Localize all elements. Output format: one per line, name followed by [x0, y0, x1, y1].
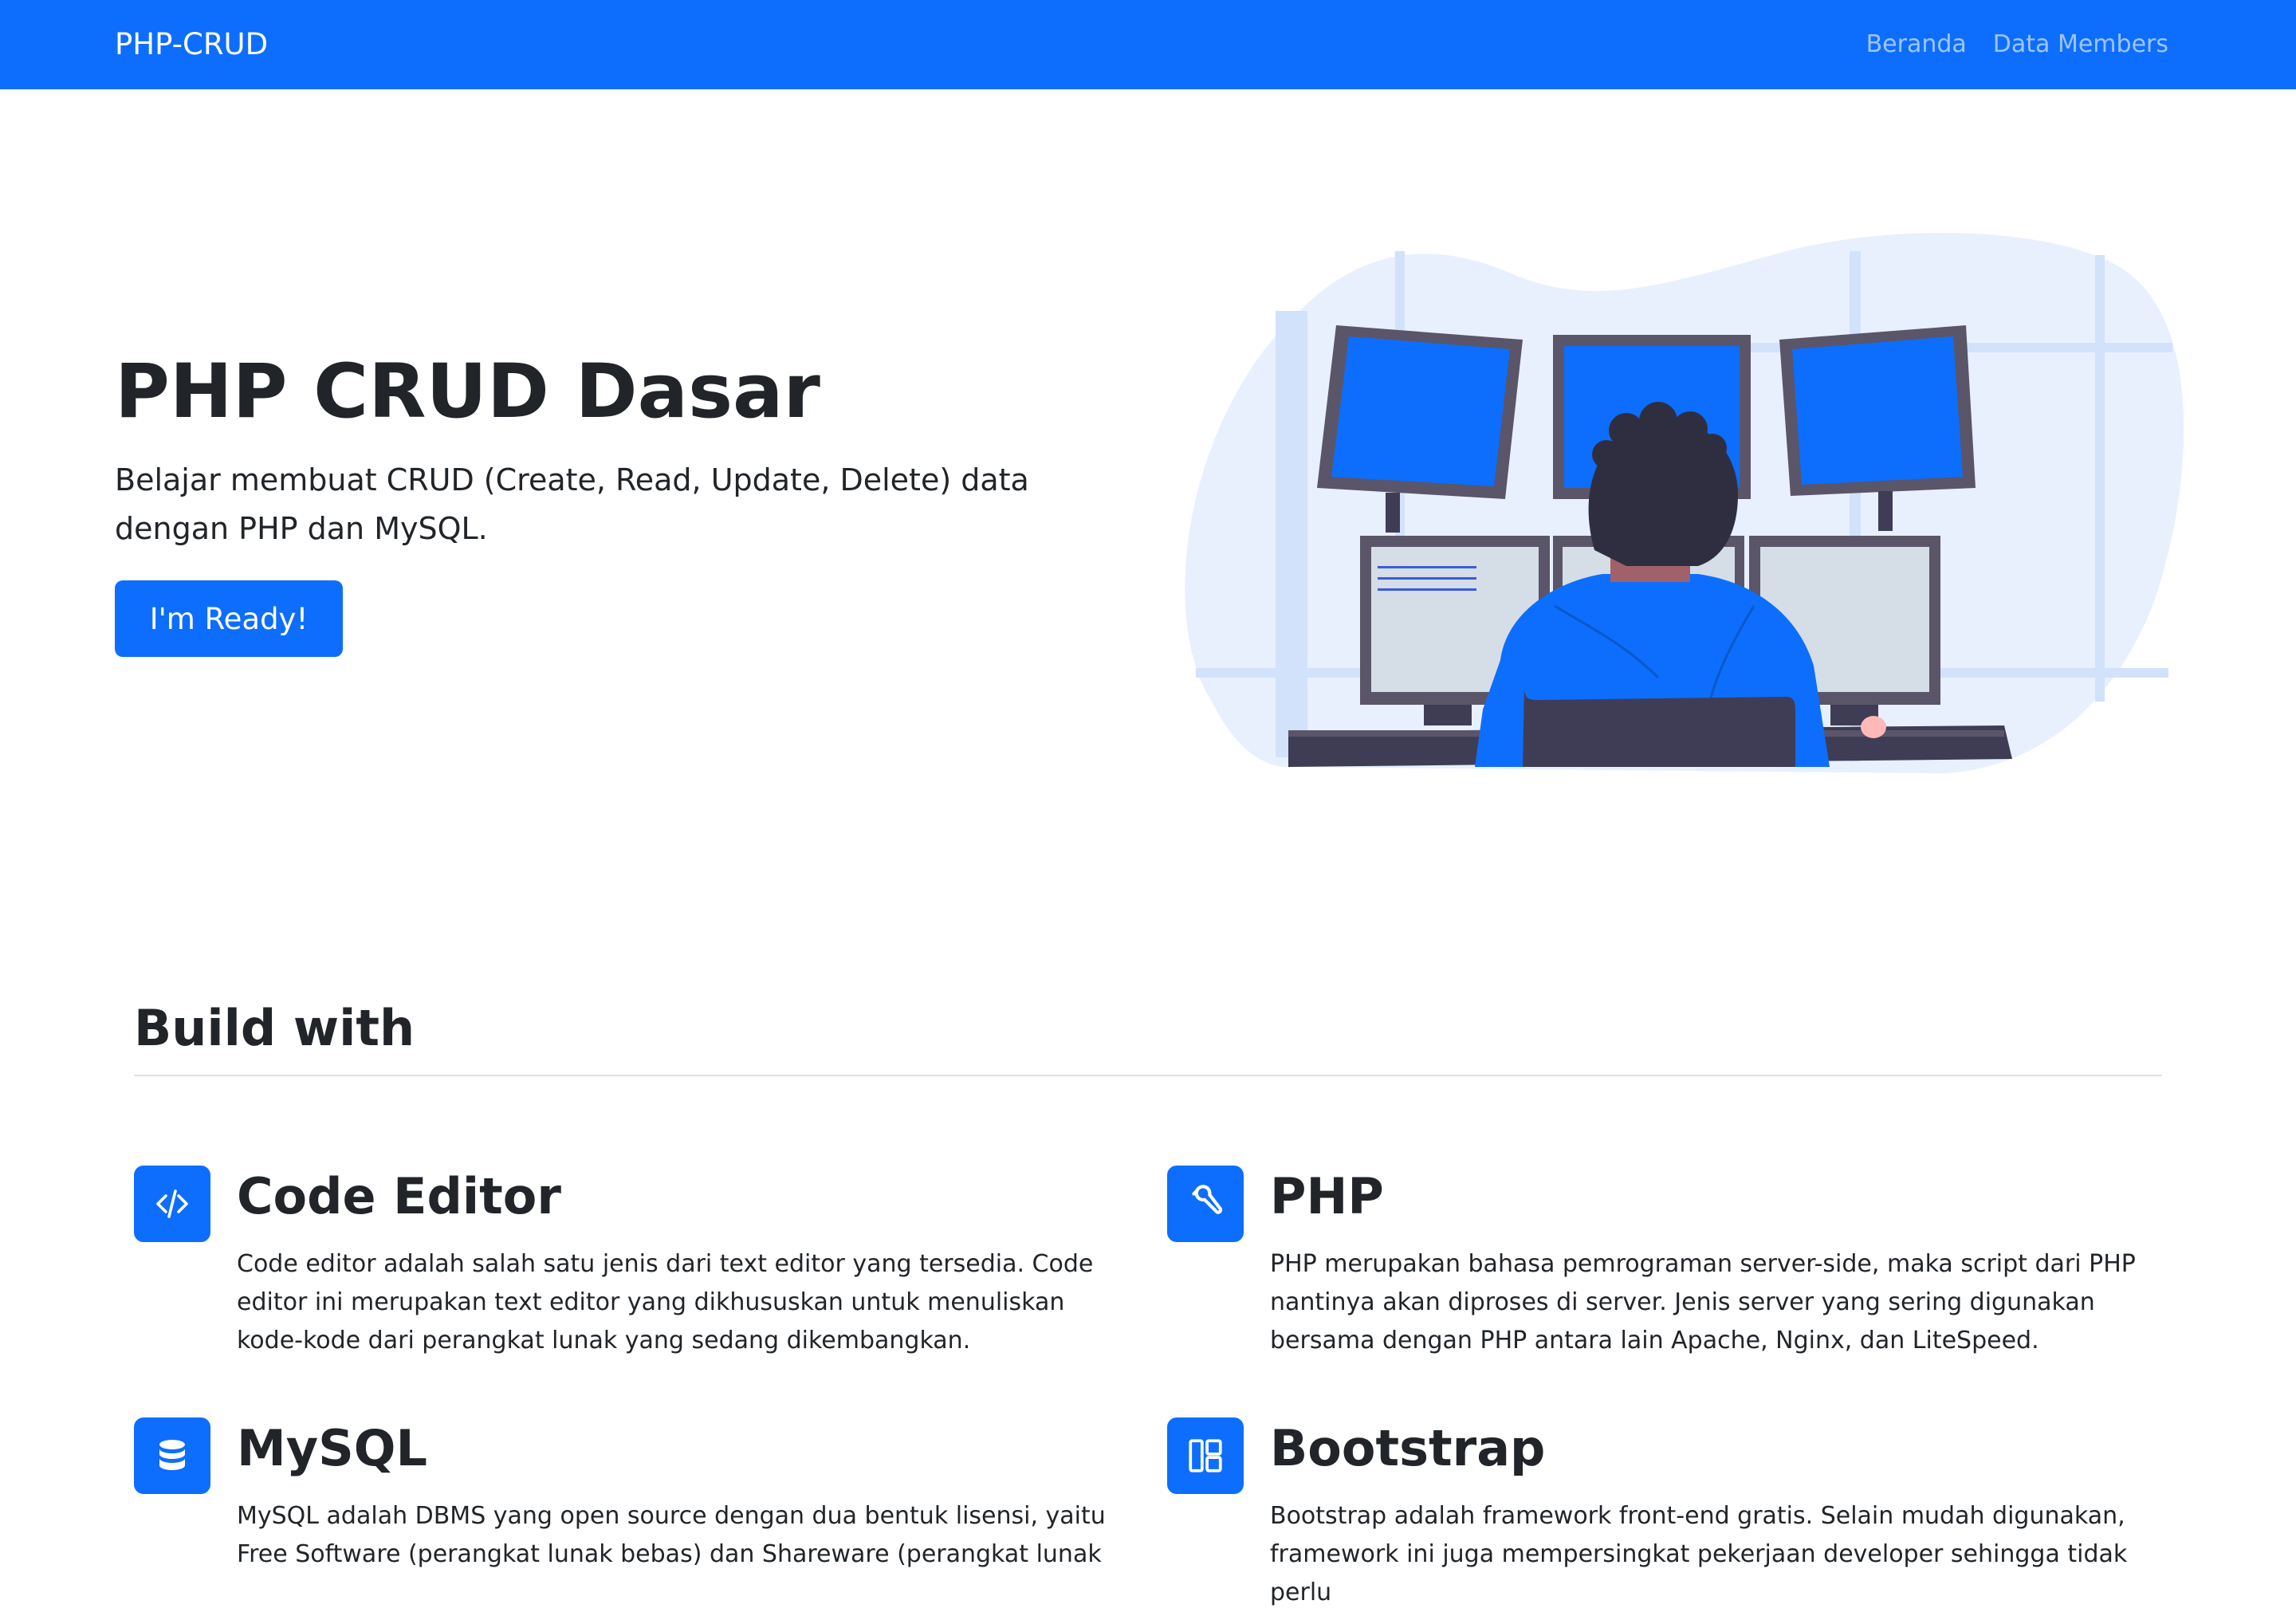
navbar: PHP-CRUD Beranda Data Members: [0, 0, 2296, 89]
hero-lead: Belajar membuat CRUD (Create, Read, Upda…: [115, 462, 1029, 546]
feature-text: MySQL adalah DBMS yang open source denga…: [237, 1502, 1106, 1568]
feature-title: MySQL: [237, 1419, 427, 1477]
navbar-brand[interactable]: PHP-CRUD: [115, 24, 268, 65]
hero-title: PHP CRUD Dasar: [115, 348, 820, 435]
wrench-icon: [1167, 1166, 1244, 1242]
feature-title: PHP: [1270, 1167, 1384, 1225]
layout-icon: [1167, 1417, 1244, 1494]
database-icon: [134, 1417, 210, 1494]
feature-text: Bootstrap adalah framework front-end gra…: [1270, 1502, 2128, 1606]
feature-text: Code editor adalah salah satu jenis dari…: [237, 1250, 1094, 1354]
nav-link-data-members[interactable]: Data Members: [1993, 26, 2168, 64]
section-divider: [134, 1075, 2162, 1076]
build-with-title: Build with: [134, 999, 415, 1057]
nav-link-beranda[interactable]: Beranda: [1866, 26, 1967, 64]
hero-illustration: [1185, 233, 2184, 773]
feature-text: PHP merupakan bahasa pemrograman server-…: [1270, 1250, 2136, 1354]
feature-title: Code Editor: [237, 1167, 561, 1225]
im-ready-button[interactable]: I'm Ready!: [115, 580, 343, 657]
feature-title: Bootstrap: [1270, 1419, 1546, 1477]
code-icon: [134, 1166, 210, 1242]
nav-links: Beranda Data Members: [1866, 26, 2168, 64]
